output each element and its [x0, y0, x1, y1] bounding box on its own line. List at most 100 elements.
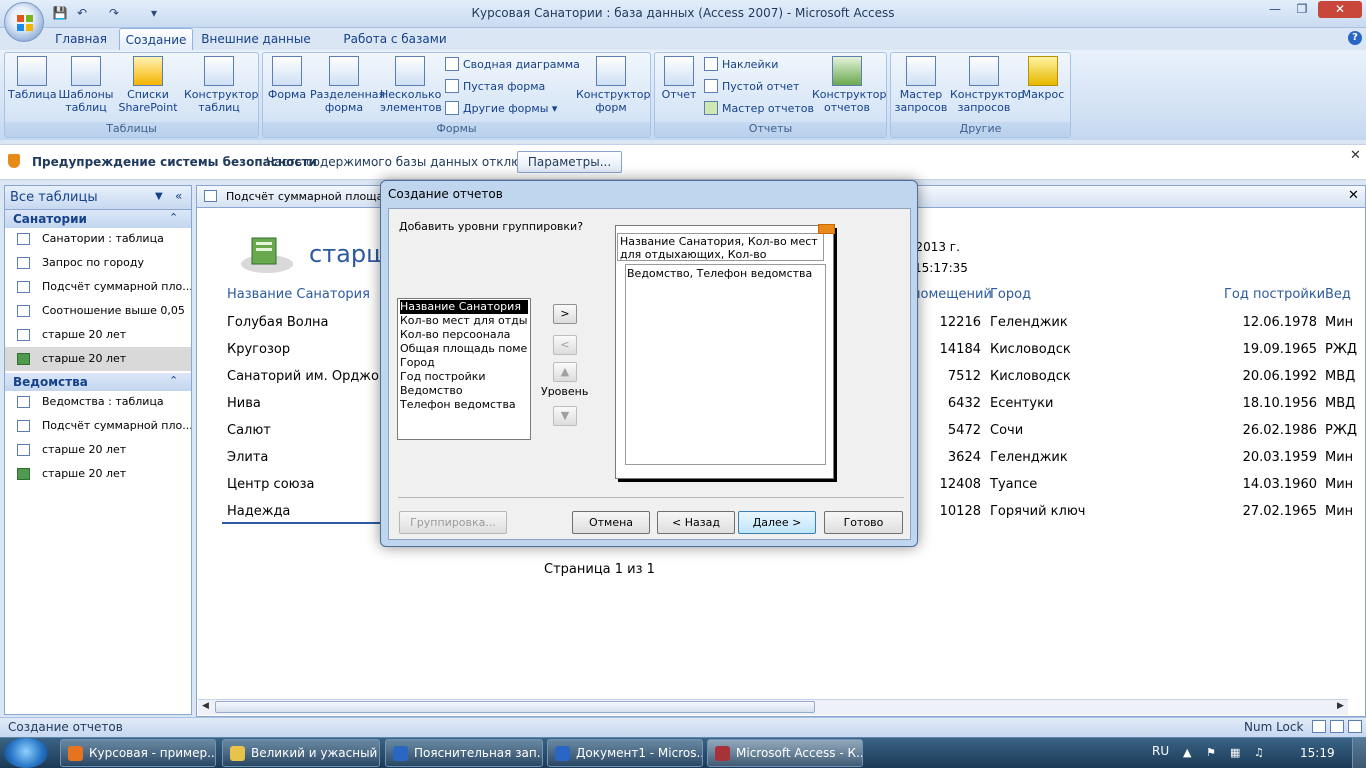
nav-header-label: Все таблицы — [10, 190, 98, 205]
minimize-button[interactable]: — — [1262, 1, 1288, 18]
taskbar-item[interactable]: Курсовая - пример.... — [60, 739, 216, 767]
dialog-question: Добавить уровни группировки? — [399, 220, 584, 233]
nav-item[interactable]: старше 20 лет — [5, 438, 191, 462]
nav-item[interactable]: старше 20 лет — [5, 347, 191, 371]
pivot-chart-button[interactable]: Сводная диаграмма — [445, 56, 580, 74]
network-icon[interactable]: ▦ — [1230, 746, 1240, 759]
options-button[interactable]: Параметры... — [517, 151, 622, 173]
collapse-pane-icon[interactable]: « — [175, 189, 182, 203]
form-design-button[interactable]: Конструктор форм — [576, 56, 650, 120]
report-cell: РЖД — [1325, 342, 1357, 357]
tab-database-tools[interactable]: Работа с базами данных — [320, 28, 470, 68]
nav-item[interactable]: старше 20 лет — [5, 462, 191, 486]
form-design-icon — [596, 56, 626, 86]
view-design-icon[interactable] — [1348, 720, 1362, 733]
list-item[interactable]: Общая площадь помещений — [400, 342, 528, 356]
nav-item[interactable]: старше 20 лет — [5, 323, 191, 347]
finish-button[interactable]: Готово — [824, 511, 903, 534]
tab-home[interactable]: Главная — [50, 28, 112, 50]
taskbar-item-label: Документ1 - Micros... — [576, 746, 703, 760]
multiple-items-button[interactable]: Несколько элементов — [380, 56, 442, 120]
table-design-button[interactable]: Конструктор таблиц — [184, 56, 258, 120]
priority-down-icon[interactable]: ▼ — [553, 406, 577, 426]
report-cell: 26.02.1986 — [1242, 423, 1317, 438]
query-design-button[interactable]: Конструктор запросов — [950, 56, 1024, 120]
chevron-up-icon[interactable]: ⌃ — [169, 374, 178, 387]
list-item[interactable]: Ведомство — [400, 384, 528, 398]
list-item[interactable]: Год постройки — [400, 370, 528, 384]
view-report-icon[interactable] — [1312, 720, 1326, 733]
help-icon[interactable]: ? — [1348, 31, 1362, 45]
shield-icon — [8, 154, 20, 168]
dialog-title: Создание отчетов — [388, 187, 503, 201]
button-label: Пустой отчет — [722, 80, 800, 93]
macro-button[interactable]: Макрос — [1020, 56, 1066, 120]
close-icon[interactable]: ✕ — [1350, 148, 1361, 163]
maximize-button[interactable]: ❐ — [1289, 1, 1315, 18]
priority-up-icon[interactable]: ▲ — [553, 362, 577, 382]
button-label: Форма — [267, 88, 307, 101]
list-item[interactable]: Кол-во мест для отдыхающих — [400, 314, 528, 328]
clock[interactable]: 15:19 — [1300, 746, 1335, 760]
report-button[interactable]: Отчет — [660, 56, 698, 120]
nav-item[interactable]: Запрос по городу — [5, 251, 191, 275]
report-design-button[interactable]: Конструктор отчетов — [812, 56, 886, 120]
split-form-button[interactable]: Разделенная форма — [310, 56, 385, 120]
next-button[interactable]: Далее > — [738, 511, 816, 534]
status-bar — [0, 717, 1366, 737]
nav-item[interactable]: Подсчёт суммарной пло... — [5, 414, 191, 438]
taskbar-item[interactable]: Пояснительная зап... — [385, 739, 543, 767]
scroll-left-icon[interactable]: ◀ — [202, 701, 209, 711]
labels-button[interactable]: Наклейки — [704, 56, 778, 74]
chevron-down-icon[interactable]: ▼ — [155, 191, 163, 202]
report-cell: Мин — [1325, 477, 1354, 492]
tab-external-data[interactable]: Внешние данные — [200, 28, 312, 50]
view-layout-icon[interactable] — [1330, 720, 1344, 733]
back-button[interactable]: < Назад — [657, 511, 735, 534]
sharepoint-lists-button[interactable]: Списки SharePoint — [116, 56, 180, 120]
cancel-button[interactable]: Отмена — [572, 511, 650, 534]
scroll-right-icon[interactable]: ▶ — [1337, 701, 1344, 711]
taskbar-item[interactable]: Великий и ужасный Я — [222, 739, 380, 767]
nav-item[interactable]: Санатории : таблица — [5, 227, 191, 251]
nav-section-vedomstva[interactable]: Ведомства — [5, 373, 191, 391]
start-button[interactable] — [4, 738, 48, 768]
tab-create[interactable]: Создание — [119, 28, 193, 50]
table-templates-button[interactable]: Шаблоны таблиц — [58, 56, 114, 120]
blank-report-button[interactable]: Пустой отчет — [704, 78, 799, 96]
scrollbar-thumb[interactable] — [215, 701, 815, 713]
nav-section-sanatorii[interactable]: Санатории — [5, 210, 191, 228]
report-wizard-button[interactable]: Мастер отчетов — [704, 100, 814, 118]
divider — [222, 522, 392, 524]
taskbar-item[interactable]: Документ1 - Micros... — [547, 739, 703, 767]
list-item[interactable]: Название Санатория — [400, 300, 528, 314]
list-item[interactable]: Телефон ведомства — [400, 398, 528, 412]
nav-item[interactable]: Соотношение выше 0,05 — [5, 299, 191, 323]
flag-icon[interactable]: ⚑ — [1206, 746, 1216, 759]
office-button[interactable] — [4, 2, 44, 42]
list-item[interactable]: Город — [400, 356, 528, 370]
nav-section-label: Ведомства — [13, 375, 88, 389]
volume-icon[interactable]: ♫ — [1254, 746, 1264, 759]
blank-form-button[interactable]: Пустая форма — [445, 78, 545, 96]
nav-item[interactable]: Ведомства : таблица — [5, 390, 191, 414]
chevron-up-icon[interactable]: ⌃ — [169, 211, 178, 224]
language-indicator[interactable]: RU — [1152, 744, 1169, 758]
close-button[interactable]: ✕ — [1318, 1, 1362, 18]
close-icon[interactable]: ✕ — [1348, 188, 1359, 203]
list-item[interactable]: Кол-во персоонала — [400, 328, 528, 342]
nav-header[interactable]: Все таблицы — [5, 186, 191, 210]
form-button[interactable]: Форма — [266, 56, 308, 120]
more-forms-button[interactable]: Другие формы ▾ — [445, 100, 557, 118]
tray-expand-icon[interactable]: ▲ — [1183, 746, 1191, 759]
remove-level-button[interactable]: < — [553, 335, 577, 355]
preview-fields: Название Санатория, Кол-во мест для отды… — [617, 233, 824, 261]
show-desktop-button[interactable] — [1352, 738, 1366, 768]
add-level-button[interactable]: > — [553, 304, 577, 324]
taskbar-item[interactable]: Microsoft Access - К... — [707, 739, 863, 767]
nav-item[interactable]: Подсчёт суммарной пло... — [5, 275, 191, 299]
grouping-options-button[interactable]: Группировка... — [399, 511, 507, 534]
query-wizard-button[interactable]: Мастер запросов — [894, 56, 948, 120]
report-cell: 20.06.1992 — [1242, 369, 1317, 384]
table-button[interactable]: Таблица — [8, 56, 57, 120]
